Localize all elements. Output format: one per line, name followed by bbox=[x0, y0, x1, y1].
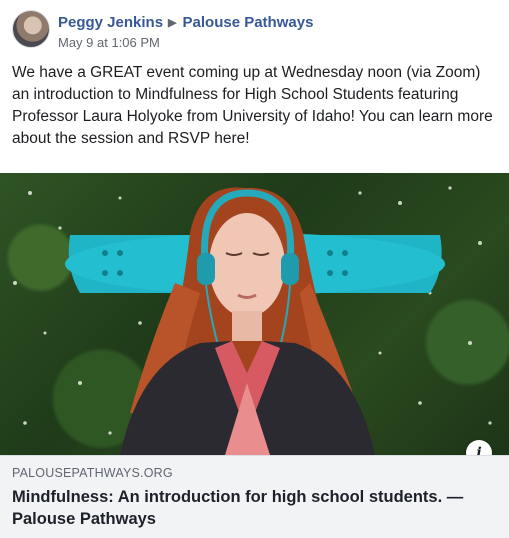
post-timestamp[interactable]: May 9 at 1:06 PM bbox=[58, 35, 160, 50]
group-name-link[interactable]: Palouse Pathways bbox=[183, 14, 314, 31]
right-triangle-icon: ▶ bbox=[168, 16, 177, 29]
author-avatar[interactable] bbox=[12, 10, 50, 48]
post-text: We have a GREAT event coming up at Wedne… bbox=[12, 64, 493, 147]
author-name-link[interactable]: Peggy Jenkins bbox=[58, 14, 163, 31]
link-domain: PALOUSEPATHWAYS.ORG bbox=[12, 466, 173, 480]
link-preview-image[interactable] bbox=[0, 173, 509, 455]
feed-post: Peggy Jenkins ▶ Palouse Pathways May 9 a… bbox=[0, 0, 509, 538]
link-title[interactable]: Mindfulness: An introduction for high sc… bbox=[12, 486, 500, 530]
post-header: Peggy Jenkins ▶ Palouse Pathways bbox=[58, 12, 313, 32]
link-preview-footer[interactable]: PALOUSEPATHWAYS.ORG Mindfulness: An intr… bbox=[0, 455, 509, 538]
photo-illustration bbox=[13, 186, 492, 455]
